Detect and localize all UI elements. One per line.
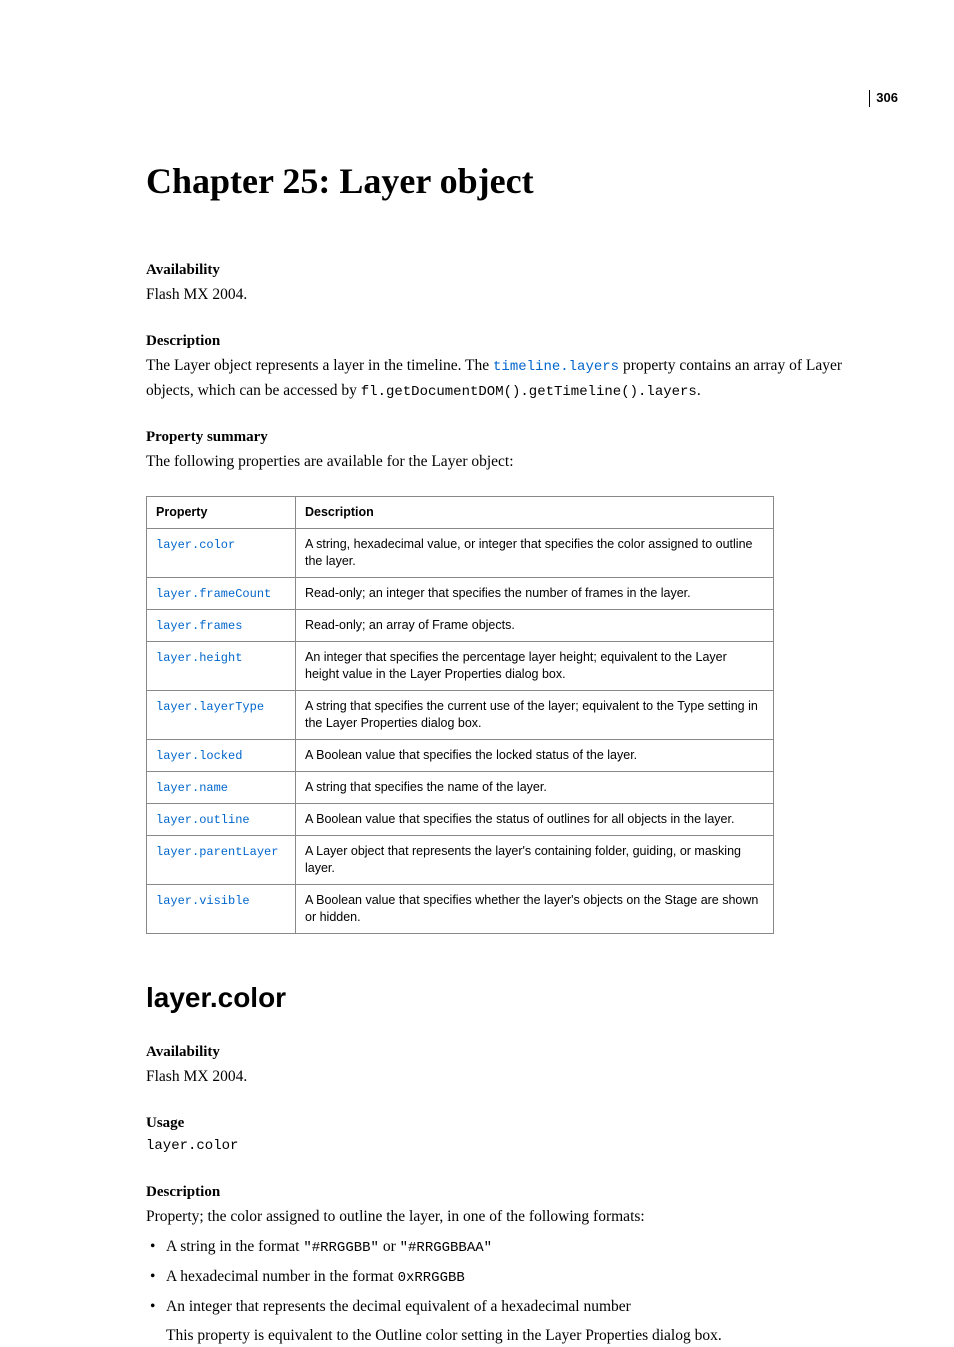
list-item: An integer that represents the decimal e… [146, 1295, 864, 1318]
property-cell: layer.frames [147, 610, 296, 642]
property-cell: layer.layerType [147, 691, 296, 740]
description-cell: A Boolean value that specifies whether t… [296, 885, 774, 934]
bullet-text: or [379, 1238, 400, 1255]
description-cell: Read-only; an integer that specifies the… [296, 578, 774, 610]
property-link[interactable]: layer.frameCount [156, 587, 271, 601]
page-number: 306 [869, 90, 898, 107]
desc-code: fl.getDocumentDOM().getTimeline().layers [361, 384, 697, 400]
property-cell: layer.height [147, 642, 296, 691]
property-table: Property Description layer.color A string… [146, 496, 774, 934]
table-row: layer.outline A Boolean value that specif… [147, 804, 774, 836]
table-row: layer.locked A Boolean value that specifi… [147, 739, 774, 771]
property-summary-label: Property summary [146, 429, 864, 446]
property-link[interactable]: layer.height [156, 651, 242, 665]
description-cell: A Layer object that represents the layer… [296, 836, 774, 885]
table-row: layer.parentLayer A Layer object that rep… [147, 836, 774, 885]
description-cell: A string that specifies the current use … [296, 691, 774, 740]
description-cell: Read-only; an array of Frame objects. [296, 610, 774, 642]
api-description-label: Description [146, 1184, 864, 1201]
description-cell: A Boolean value that specifies the locke… [296, 739, 774, 771]
api-description-text: Property; the color assigned to outline … [146, 1205, 864, 1229]
property-link[interactable]: layer.outline [156, 813, 250, 827]
description-label: Description [146, 333, 864, 350]
list-item: A hexadecimal number in the format 0xRRG… [146, 1265, 864, 1289]
page: 306 Chapter 25: Layer object Availabilit… [0, 0, 954, 1235]
property-link[interactable]: layer.name [156, 781, 228, 795]
property-cell: layer.frameCount [147, 578, 296, 610]
desc-part3: . [697, 382, 701, 399]
property-link[interactable]: layer.parentLayer [156, 845, 278, 859]
property-cell: layer.visible [147, 885, 296, 934]
follow-text: This property is equivalent to the Outli… [166, 1324, 864, 1347]
property-cell: layer.locked [147, 739, 296, 771]
bullet-text: A string in the format [166, 1238, 303, 1255]
table-row: layer.layerType A string that specifies t… [147, 691, 774, 740]
description-text: The Layer object represents a layer in t… [146, 354, 864, 403]
property-link[interactable]: layer.locked [156, 749, 242, 763]
description-cell: A string that specifies the name of the … [296, 772, 774, 804]
bullet-list: A string in the format "#RRGGBB" or "#RR… [146, 1235, 864, 1318]
table-row: layer.height An integer that specifies th… [147, 642, 774, 691]
property-cell: layer.color [147, 529, 296, 578]
timeline-layers-link[interactable]: timeline.layers [493, 359, 619, 375]
bullet-code: 0xRRGGBB [398, 1270, 465, 1286]
table-header-row: Property Description [147, 497, 774, 529]
table-row: layer.color A string, hexadecimal value, … [147, 529, 774, 578]
bullet-code: "#RRGGBBAA" [400, 1240, 492, 1256]
api-usage-label: Usage [146, 1115, 864, 1132]
table-row: layer.name A string that specifies the na… [147, 772, 774, 804]
bullet-text: An integer that represents the decimal e… [166, 1298, 631, 1315]
bullet-text: A hexadecimal number in the format [166, 1268, 398, 1285]
availability-text: Flash MX 2004. [146, 283, 864, 307]
property-link[interactable]: layer.layerType [156, 700, 264, 714]
bullet-code: "#RRGGBB" [303, 1240, 379, 1256]
api-heading-layer-color: layer.color [146, 982, 864, 1014]
property-link[interactable]: layer.color [156, 538, 235, 552]
table-row: layer.visible A Boolean value that specif… [147, 885, 774, 934]
list-item: A string in the format "#RRGGBB" or "#RR… [146, 1235, 864, 1259]
property-link[interactable]: layer.visible [156, 894, 250, 908]
property-link[interactable]: layer.frames [156, 619, 242, 633]
property-cell: layer.outline [147, 804, 296, 836]
col-description: Description [296, 497, 774, 529]
description-cell: A Boolean value that specifies the statu… [296, 804, 774, 836]
api-availability-label: Availability [146, 1044, 864, 1061]
description-cell: A string, hexadecimal value, or integer … [296, 529, 774, 578]
col-property: Property [147, 497, 296, 529]
api-usage-code: layer.color [146, 1136, 864, 1158]
desc-part1: The Layer object represents a layer in t… [146, 357, 493, 374]
table-row: layer.frames Read-only; an array of Frame… [147, 610, 774, 642]
chapter-title: Chapter 25: Layer object [146, 160, 864, 202]
description-cell: An integer that specifies the percentage… [296, 642, 774, 691]
api-availability-text: Flash MX 2004. [146, 1065, 864, 1089]
availability-label: Availability [146, 262, 864, 279]
property-cell: layer.name [147, 772, 296, 804]
property-summary-text: The following properties are available f… [146, 450, 864, 474]
table-row: layer.frameCount Read-only; an integer th… [147, 578, 774, 610]
property-cell: layer.parentLayer [147, 836, 296, 885]
